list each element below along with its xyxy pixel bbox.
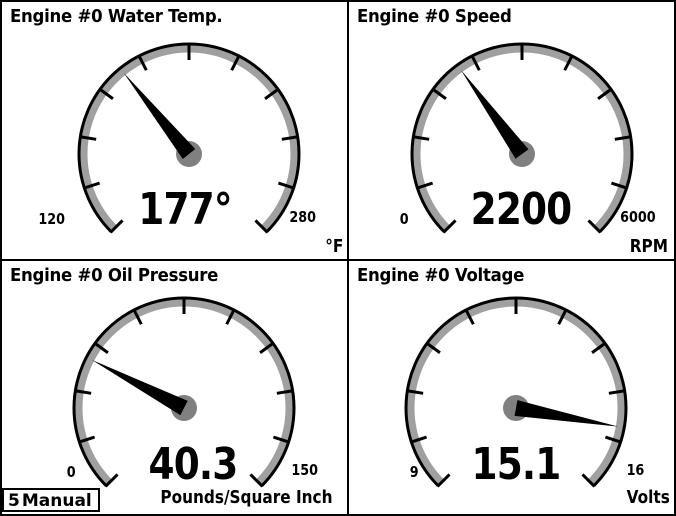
page-number: 5: [8, 491, 20, 511]
max-label: 280: [289, 208, 316, 226]
value-readout: 2200: [470, 184, 573, 235]
max-label: 150: [291, 461, 318, 479]
gauge-screen: Engine #0 Water Temp. 120 177° 280 °F En…: [0, 0, 676, 516]
unit-label: °F: [324, 236, 343, 257]
min-label: 0: [399, 210, 409, 228]
gauge-needle: [460, 69, 529, 159]
min-label: 9: [409, 463, 419, 481]
max-label: 16: [626, 461, 645, 479]
min-label: 0: [66, 463, 76, 481]
max-label: 6000: [620, 208, 656, 226]
value-readout: 15.1: [471, 439, 562, 490]
gauge-needle: [123, 72, 196, 160]
mode-label: Manual: [21, 491, 92, 511]
unit-label: Pounds/Square Inch: [160, 487, 333, 508]
gauge-needle: [91, 359, 188, 416]
value-readout: 177°: [138, 184, 232, 235]
value-readout: 40.3: [148, 439, 239, 490]
oil-pressure-panel[interactable]: Engine #0 Oil Pressure 0 40.3 150 Pounds…: [0, 259, 349, 516]
speed-panel[interactable]: Engine #0 Speed 0 2200 6000 RPM: [347, 0, 676, 261]
gauge-needle: [514, 400, 619, 427]
min-label: 120: [38, 210, 65, 228]
unit-label: RPM: [629, 236, 668, 257]
water-temp-panel[interactable]: Engine #0 Water Temp. 120 177° 280 °F: [0, 0, 349, 261]
voltage-panel[interactable]: Engine #0 Voltage 9 15.1 16 Volts: [347, 259, 676, 516]
unit-label: Volts: [626, 487, 670, 508]
mode-indicator[interactable]: 5 Manual: [2, 488, 100, 512]
